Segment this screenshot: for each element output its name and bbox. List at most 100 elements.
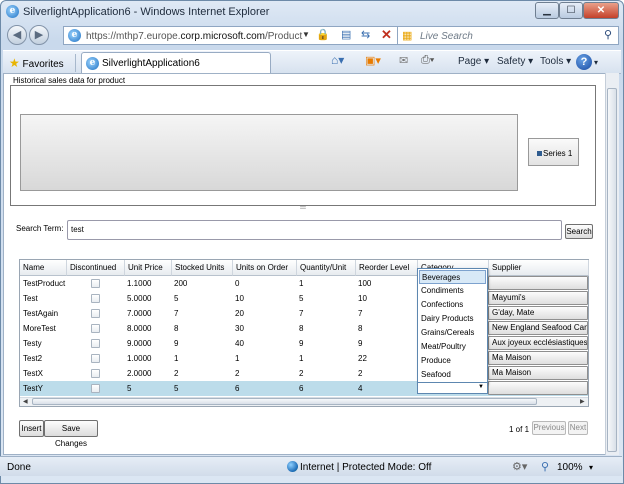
search-go-icon[interactable]: ⚲ (604, 28, 612, 41)
page-menu[interactable]: Page ▾ (458, 56, 489, 67)
grid-splitter[interactable]: ═ (10, 204, 596, 212)
browser-tab[interactable]: e SilverlightApplication6 (81, 52, 271, 74)
category-option[interactable]: Dairy Products (419, 312, 486, 326)
discontinued-checkbox[interactable] (91, 294, 100, 303)
cell-quantity-unit[interactable]: 2 (296, 366, 355, 381)
column-header-discontinued[interactable]: Discontinued (67, 260, 125, 276)
cell-reorder-level[interactable]: 9 (355, 336, 417, 351)
cell-quantity-unit[interactable]: 7 (296, 306, 355, 321)
cell-name[interactable]: TestAgain (20, 306, 67, 321)
scroll-left-icon[interactable]: ◀ (23, 398, 28, 405)
cell-name[interactable]: Test (20, 291, 67, 306)
discontinued-checkbox[interactable] (91, 369, 100, 378)
cell-units-on-order[interactable]: 40 (232, 336, 296, 351)
cell-stocked-units[interactable]: 2 (171, 366, 232, 381)
maximize-button[interactable]: ☐ (559, 2, 583, 19)
cell-units-on-order[interactable]: 6 (232, 381, 296, 396)
stop-icon[interactable]: ✕ (381, 27, 392, 43)
scroll-right-icon[interactable]: ▶ (580, 398, 585, 405)
column-header-stocked-units[interactable]: Stocked Units (172, 260, 233, 276)
help-dropdown-icon[interactable]: ▾ (594, 58, 598, 67)
compatibility-icon[interactable]: ▤ (341, 28, 351, 41)
cell-units-on-order[interactable]: 10 (232, 291, 296, 306)
cell-units-on-order[interactable]: 20 (232, 306, 296, 321)
cell-unit-price[interactable]: 5.0000 (124, 291, 171, 306)
discontinued-checkbox[interactable] (91, 339, 100, 348)
url-field[interactable]: e https://mthp7.europe.corp.microsoft.co… (63, 26, 398, 45)
cell-name[interactable]: TestX (20, 366, 67, 381)
search-button[interactable]: Search (565, 224, 593, 239)
supplier-combo[interactable]: Ma Maison (488, 366, 588, 380)
security-zone[interactable]: Internet | Protected Mode: Off (300, 462, 431, 473)
cell-reorder-level[interactable]: 8 (355, 321, 417, 336)
horizontal-scroll-thumb[interactable] (32, 398, 537, 405)
supplier-combo[interactable]: Ma Maison (488, 351, 588, 365)
cell-unit-price[interactable]: 8.0000 (124, 321, 171, 336)
category-option[interactable]: Confections (419, 298, 486, 312)
cell-quantity-unit[interactable]: 8 (296, 321, 355, 336)
cell-quantity-unit[interactable]: 6 (296, 381, 355, 396)
category-option[interactable]: Beverages (419, 270, 486, 284)
column-header-units-on-order[interactable]: Units on Order (233, 260, 297, 276)
cell-units-on-order[interactable]: 1 (232, 351, 296, 366)
cell-name[interactable]: Testy (20, 336, 67, 351)
cell-units-on-order[interactable]: 0 (232, 276, 296, 291)
zoom-level[interactable]: 100% (557, 462, 583, 473)
category-option[interactable]: Grains/Cereals (419, 326, 486, 340)
search-engine-field[interactable]: ▦ Live Search ⚲ (397, 26, 619, 45)
zoom-dropdown-icon[interactable]: ▾ (589, 463, 593, 472)
cell-name[interactable]: TestProduct (20, 276, 67, 291)
cell-name[interactable]: TestY (20, 381, 67, 396)
supplier-combo[interactable] (488, 276, 588, 290)
safety-menu[interactable]: Safety ▾ (497, 56, 533, 67)
cell-units-on-order[interactable]: 2 (232, 366, 296, 381)
tools-menu[interactable]: Tools ▾ (540, 56, 571, 67)
cell-stocked-units[interactable]: 200 (171, 276, 232, 291)
column-header-unit-price[interactable]: Unit Price (125, 260, 172, 276)
category-option[interactable]: Seafood (419, 368, 486, 382)
category-combo[interactable]: ▼ (417, 382, 488, 394)
cell-reorder-level[interactable]: 10 (355, 291, 417, 306)
feeds-icon[interactable]: ▣▾ (365, 54, 381, 67)
discontinued-checkbox[interactable] (91, 309, 100, 318)
cell-reorder-level[interactable]: 22 (355, 351, 417, 366)
column-header-supplier[interactable]: Supplier (489, 260, 589, 276)
close-window-button[interactable]: ✕ (583, 2, 619, 19)
cell-quantity-unit[interactable]: 5 (296, 291, 355, 306)
category-option[interactable]: Produce (419, 354, 486, 368)
cell-unit-price[interactable]: 9.0000 (124, 336, 171, 351)
supplier-combo[interactable]: New England Seafood Cannery (488, 321, 588, 335)
cell-reorder-level[interactable]: 100 (355, 276, 417, 291)
column-header-name[interactable]: Name (20, 260, 67, 276)
cell-quantity-unit[interactable]: 9 (296, 336, 355, 351)
cell-reorder-level[interactable]: 7 (355, 306, 417, 321)
search-term-input[interactable]: test (67, 220, 562, 240)
cell-reorder-level[interactable]: 2 (355, 366, 417, 381)
next-page-button[interactable]: Next (568, 421, 588, 435)
cell-name[interactable]: Test2 (20, 351, 67, 366)
protected-mode-icon[interactable]: ⚙▾ (512, 460, 527, 473)
cell-stocked-units[interactable]: 9 (171, 336, 232, 351)
insert-button[interactable]: Insert (19, 420, 44, 437)
vertical-scroll-thumb[interactable] (607, 88, 617, 452)
print-icon[interactable]: ⎙▾ (421, 54, 434, 67)
back-button[interactable]: ◀ (7, 25, 27, 45)
cell-name[interactable]: MoreTest (20, 321, 67, 336)
refresh-icon[interactable]: ⇆ (361, 28, 370, 41)
favorites-button[interactable]: ★ Favorites (9, 54, 64, 72)
supplier-combo[interactable]: Mayumi's (488, 291, 588, 305)
column-header-quantity-unit[interactable]: Quantity/Unit (297, 260, 356, 276)
cell-units-on-order[interactable]: 30 (232, 321, 296, 336)
help-icon[interactable]: ? (576, 54, 592, 70)
cell-stocked-units[interactable]: 7 (171, 306, 232, 321)
cell-unit-price[interactable]: 5 (124, 381, 171, 396)
column-header-reorder-level[interactable]: Reorder Level (356, 260, 418, 276)
cell-quantity-unit[interactable]: 1 (296, 351, 355, 366)
cell-stocked-units[interactable]: 5 (171, 381, 232, 396)
discontinued-checkbox[interactable] (91, 384, 100, 393)
cell-unit-price[interactable]: 7.0000 (124, 306, 171, 321)
discontinued-checkbox[interactable] (91, 354, 100, 363)
cell-stocked-units[interactable]: 8 (171, 321, 232, 336)
home-icon[interactable]: ⌂▾ (331, 53, 344, 67)
read-mail-icon[interactable]: ✉ (399, 54, 408, 67)
